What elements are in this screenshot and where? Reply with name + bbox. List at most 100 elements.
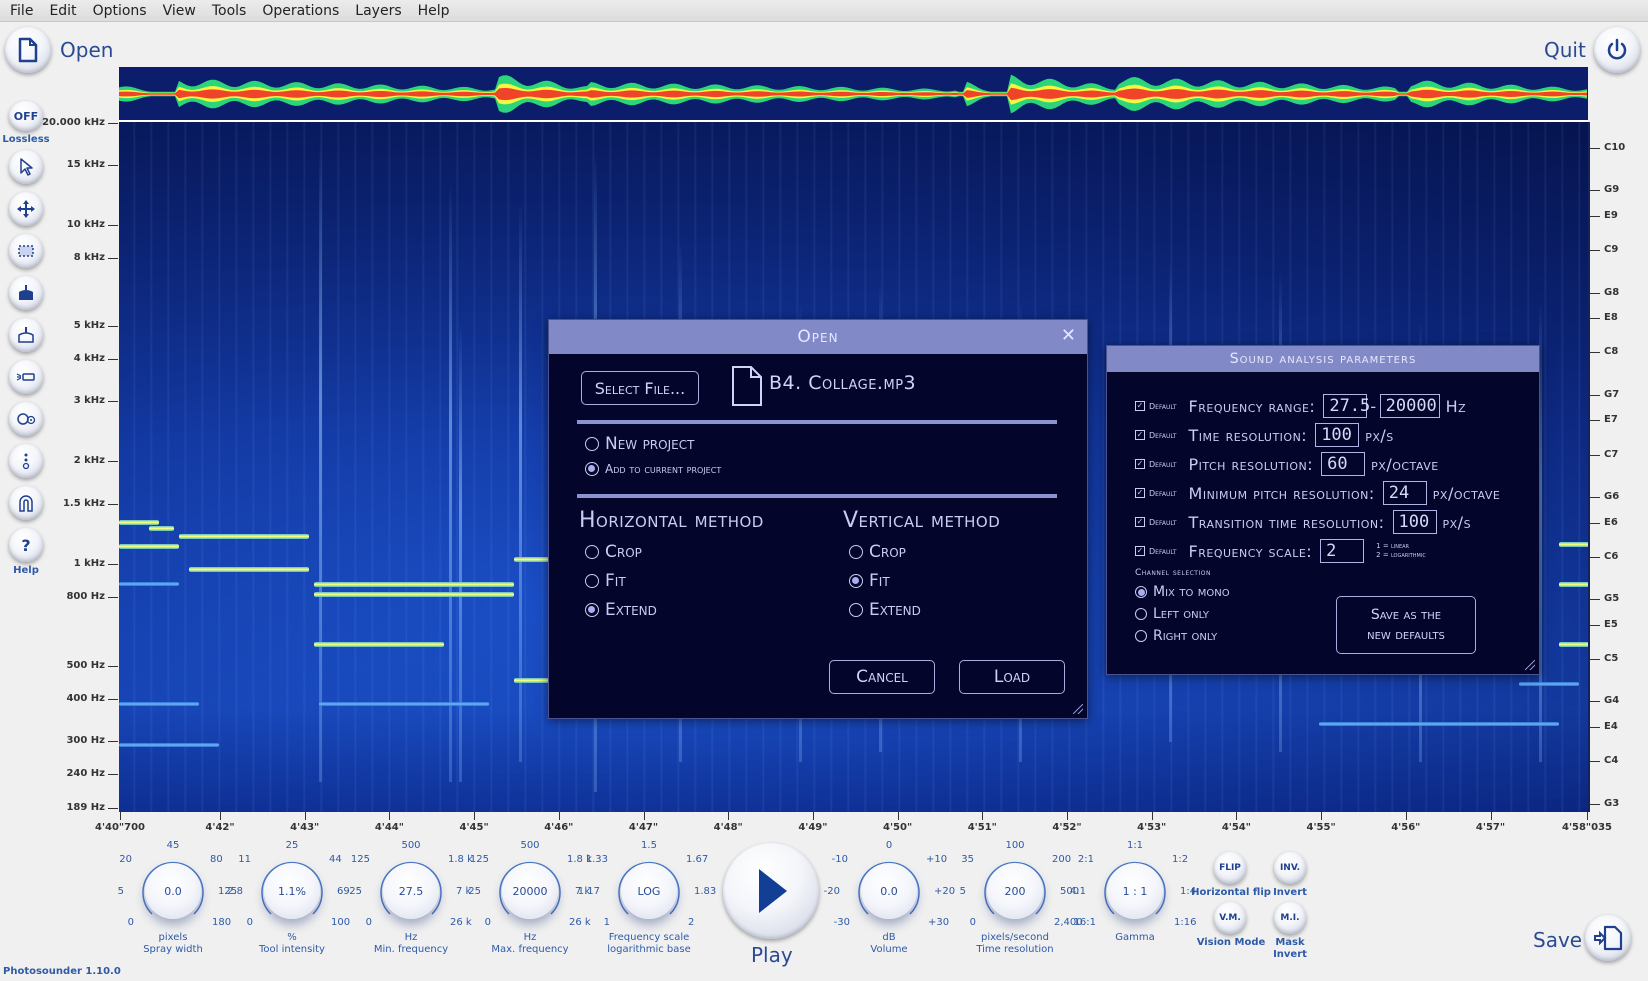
play-button[interactable] <box>723 843 819 939</box>
radio-horizontal-crop[interactable]: Crop <box>585 542 642 562</box>
spectral-transient <box>459 322 462 782</box>
file-icon <box>18 37 38 63</box>
spectral-harmonic <box>314 592 514 597</box>
knob-caption: Frequency scale logarithmic base <box>594 932 704 956</box>
frequency-tick <box>108 225 118 226</box>
spray-width-knob[interactable]: 0.0 <box>145 863 201 919</box>
export-file-icon <box>1594 925 1623 951</box>
note-tick-label: E8 <box>1604 312 1618 323</box>
radio-vertical-fit[interactable]: Fit <box>849 571 890 591</box>
help-button[interactable]: ? <box>9 528 43 562</box>
time-resolution-knob[interactable]: 200 <box>987 863 1043 919</box>
menu-tools[interactable]: Tools <box>212 3 247 19</box>
time-tick <box>812 812 814 820</box>
menu-options[interactable]: Options <box>93 3 147 19</box>
hint-linear: 1 = linear <box>1376 542 1409 550</box>
open-button[interactable] <box>5 27 51 73</box>
close-icon[interactable]: ✕ <box>1061 325 1077 346</box>
max-frequency-knob[interactable]: 20000 <box>502 863 558 919</box>
resize-grip[interactable] <box>1525 660 1535 670</box>
time-tick-label: 4'55" <box>1306 822 1336 833</box>
radio-vertical-extend[interactable]: Extend <box>849 600 921 620</box>
default-checkbox[interactable]: ✓ <box>1135 488 1145 498</box>
radio-mix-to-mono[interactable]: Mix to mono <box>1135 584 1230 600</box>
radio-new-project[interactable]: New project <box>585 434 694 454</box>
default-checkbox[interactable]: ✓ <box>1135 430 1145 440</box>
time-resolution-input[interactable]: 100 <box>1315 423 1360 447</box>
invert-button[interactable]: INV. <box>1274 852 1306 884</box>
quit-label[interactable]: Quit <box>1544 38 1586 62</box>
quit-button[interactable] <box>1594 27 1640 73</box>
note-tick <box>1590 190 1600 191</box>
frequency-scale-hint: 1 = linear 2 = logarithmic <box>1376 542 1426 560</box>
frequency-tick <box>108 461 118 462</box>
radio-left-only[interactable]: Left only <box>1135 606 1209 622</box>
save-label[interactable]: Save <box>1533 928 1582 952</box>
vision-mode-button[interactable]: V.M. <box>1214 902 1246 934</box>
note-tick <box>1590 557 1600 558</box>
flashlight-tool-button[interactable] <box>9 360 43 394</box>
max-frequency-input[interactable]: 20000 <box>1379 394 1440 418</box>
divider <box>577 420 1057 424</box>
time-tick <box>1490 812 1492 820</box>
spectral-harmonic <box>149 526 174 531</box>
time-tick-label: 4'43" <box>290 822 320 833</box>
open-label[interactable]: Open <box>60 38 113 62</box>
radio-right-only[interactable]: Right only <box>1135 628 1217 644</box>
knob-caption: pixels Spray width <box>118 932 228 956</box>
bucket-tool-button[interactable] <box>9 276 43 310</box>
knob-title: Gamma <box>1115 932 1155 943</box>
time-tick <box>728 812 730 820</box>
frequency-tick-label: 400 Hz <box>66 693 105 704</box>
select-file-button[interactable]: Select File... <box>581 371 699 405</box>
menu-help[interactable]: Help <box>418 3 450 19</box>
volume-knob[interactable]: 0.0 <box>861 863 917 919</box>
frequency-scale-knob[interactable]: LOG <box>621 863 677 919</box>
save-button[interactable] <box>1585 915 1631 961</box>
radio-add-to-current-project[interactable]: Add to current project <box>585 462 721 476</box>
spectral-harmonic <box>319 702 489 706</box>
knob-value: 1.1% <box>278 884 306 898</box>
radio-indicator <box>849 545 863 559</box>
resize-grip[interactable] <box>1073 704 1083 714</box>
load-button[interactable]: Load <box>959 660 1065 694</box>
note-tick-label: E7 <box>1604 414 1618 425</box>
mask-invert-button[interactable]: M.I. <box>1274 902 1306 934</box>
time-tick-label: 4'46" <box>544 822 574 833</box>
time-tick-label: 4'53" <box>1137 822 1167 833</box>
menu-view[interactable]: View <box>163 3 196 19</box>
waveform-overview[interactable] <box>119 67 1588 120</box>
minimum-pitch-resolution-input[interactable]: 24 <box>1382 481 1427 505</box>
default-checkbox[interactable]: ✓ <box>1135 401 1145 411</box>
knob-tick-label: 1:2 <box>1172 854 1189 865</box>
default-checkbox[interactable]: ✓ <box>1135 517 1145 527</box>
radio-horizontal-extend[interactable]: Extend <box>585 600 657 620</box>
pitch-resolution-input[interactable]: 60 <box>1321 452 1366 476</box>
flip-button-label: FLIP <box>1219 863 1241 873</box>
cancel-button[interactable]: Cancel <box>829 660 935 694</box>
menu-layers[interactable]: Layers <box>355 3 401 19</box>
tool-intensity-knob[interactable]: 1.1% <box>264 863 320 919</box>
min-frequency-input[interactable]: 27.5 <box>1323 394 1370 418</box>
save-as-defaults-button[interactable]: Save as the new defaults <box>1336 596 1476 654</box>
menu-file[interactable]: File <box>10 3 33 19</box>
note-tick <box>1590 523 1600 524</box>
knob-tick-label: 1:16 <box>1174 917 1197 928</box>
param-unit: px/s <box>1442 512 1472 532</box>
default-label: Default <box>1149 459 1177 469</box>
default-checkbox[interactable]: ✓ <box>1135 459 1145 469</box>
flip-button[interactable]: FLIP <box>1214 852 1246 884</box>
radio-vertical-crop[interactable]: Crop <box>849 542 906 562</box>
radio-indicator <box>585 437 599 451</box>
frequency-scale-input[interactable]: 2 <box>1320 539 1365 563</box>
menu-operations[interactable]: Operations <box>262 3 339 19</box>
menu-edit[interactable]: Edit <box>49 3 76 19</box>
settings-tool-button[interactable] <box>9 402 43 436</box>
knob-tick-label: 1.67 <box>686 854 709 865</box>
default-checkbox[interactable]: ✓ <box>1135 546 1145 556</box>
time-tick <box>558 812 560 820</box>
radio-horizontal-fit[interactable]: Fit <box>585 571 626 591</box>
min-frequency-knob[interactable]: 27.5 <box>383 863 439 919</box>
transition-time-resolution-input[interactable]: 100 <box>1392 510 1437 534</box>
gamma-knob[interactable]: 1 : 1 <box>1107 863 1163 919</box>
